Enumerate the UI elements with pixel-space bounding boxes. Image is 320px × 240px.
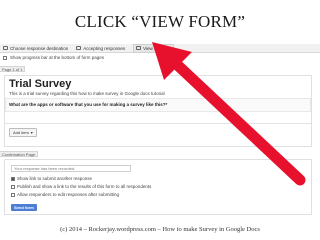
option-publish-results[interactable]: Publish and show a link to the results o… — [11, 184, 151, 189]
option-label: Show link to submit another response — [17, 176, 93, 181]
add-item-label: Add item — [13, 130, 29, 135]
toggle-icon — [76, 46, 82, 50]
option-allow-edit[interactable]: Allow responders to edit responses after… — [11, 192, 119, 197]
page-label: Page 1 of 1 — [0, 66, 26, 72]
form-title[interactable]: Trial Survey — [9, 78, 71, 90]
form-editor: Trial Survey This is a trial survey rega… — [4, 75, 312, 147]
choose-response-destination-button[interactable]: Choose response destination — [3, 46, 68, 51]
view-live-form-button[interactable]: View live form — [133, 43, 175, 53]
progress-checkbox[interactable] — [3, 55, 7, 60]
accepting-responses-toggle[interactable]: Accepting responses — [76, 46, 125, 51]
checkbox[interactable] — [11, 192, 15, 197]
progress-bar-option[interactable]: Show progress bar at the bottom of form … — [3, 55, 104, 60]
screenshot-area: Choose response destination Accepting re… — [0, 43, 320, 216]
view-form-icon — [136, 46, 142, 50]
checkbox-checked[interactable] — [11, 176, 15, 181]
slide-title: CLICK “VIEW FORM” — [74, 12, 246, 31]
confirmation-settings: Your response has been recorded. Show li… — [4, 159, 312, 215]
option-submit-another[interactable]: Show link to submit another response — [11, 176, 92, 181]
form-description[interactable]: This is a trial survey regarding this ho… — [9, 91, 165, 96]
option-label: Publish and show a link to the results o… — [17, 184, 152, 189]
spreadsheet-icon — [3, 46, 8, 50]
choose-response-destination-label: Choose response destination — [10, 45, 69, 51]
send-form-button[interactable]: Send form — [11, 204, 37, 211]
progress-option-label: Show progress bar at the bottom of form … — [10, 55, 105, 60]
option-label: Allow responders to edit responses after… — [17, 192, 120, 197]
confirmation-page-label: Confirmation Page — [0, 151, 39, 157]
question-title: What are the apps or software that you u… — [9, 102, 168, 107]
divider — [5, 123, 311, 124]
form-toolbar: Choose response destination Accepting re… — [0, 43, 320, 53]
view-live-form-label: View live form — [143, 45, 172, 51]
question-item[interactable]: What are the apps or software that you u… — [5, 98, 311, 112]
checkbox[interactable] — [11, 184, 15, 189]
slide-footer: (c) 2014 – Rockerjay.wordpress.com – How… — [60, 226, 260, 233]
accepting-responses-label: Accepting responses — [83, 45, 126, 51]
confirmation-message-input[interactable]: Your response has been recorded. — [11, 165, 131, 172]
add-item-button[interactable]: Add item ▾ — [9, 128, 37, 137]
chevron-down-icon: ▾ — [30, 130, 33, 135]
